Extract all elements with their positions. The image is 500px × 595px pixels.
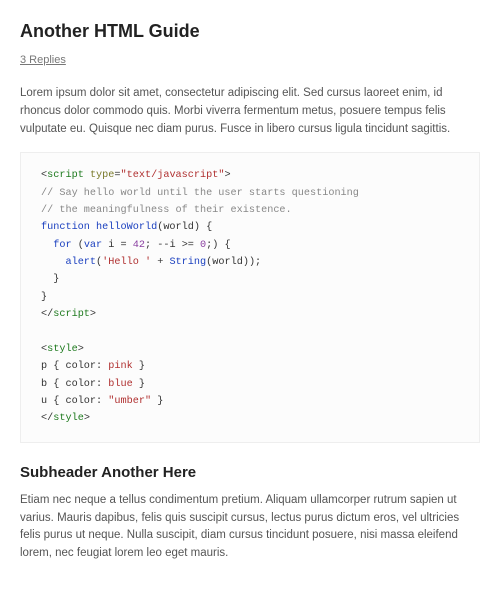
code-line: }: [41, 289, 463, 306]
code-line: <style>: [41, 341, 463, 358]
code-line: b { color: blue }: [41, 376, 463, 393]
intro-paragraph: Lorem ipsum dolor sit amet, consectetur …: [20, 85, 480, 138]
code-line: }: [41, 271, 463, 288]
code-line: [41, 323, 463, 340]
code-line: u { color: "umber" }: [41, 393, 463, 410]
code-line: function helloWorld(world) {: [41, 219, 463, 236]
code-line: for (var i = 42; --i >= 0;) {: [41, 237, 463, 254]
code-line: </script>: [41, 306, 463, 323]
code-line: // Say hello world until the user starts…: [41, 185, 463, 202]
code-line: <script type="text/javascript">: [41, 167, 463, 184]
replies-link[interactable]: 3 Replies: [20, 52, 66, 69]
body-paragraph: Etiam nec neque a tellus condimentum pre…: [20, 492, 480, 563]
page-title: Another HTML Guide: [20, 18, 480, 46]
code-line: alert('Hello ' + String(world));: [41, 254, 463, 271]
subheader: Subheader Another Here: [20, 461, 480, 484]
code-block: <script type="text/javascript">// Say he…: [20, 152, 480, 442]
code-line: </style>: [41, 410, 463, 427]
code-line: p { color: pink }: [41, 358, 463, 375]
code-line: // the meaningfulness of their existence…: [41, 202, 463, 219]
